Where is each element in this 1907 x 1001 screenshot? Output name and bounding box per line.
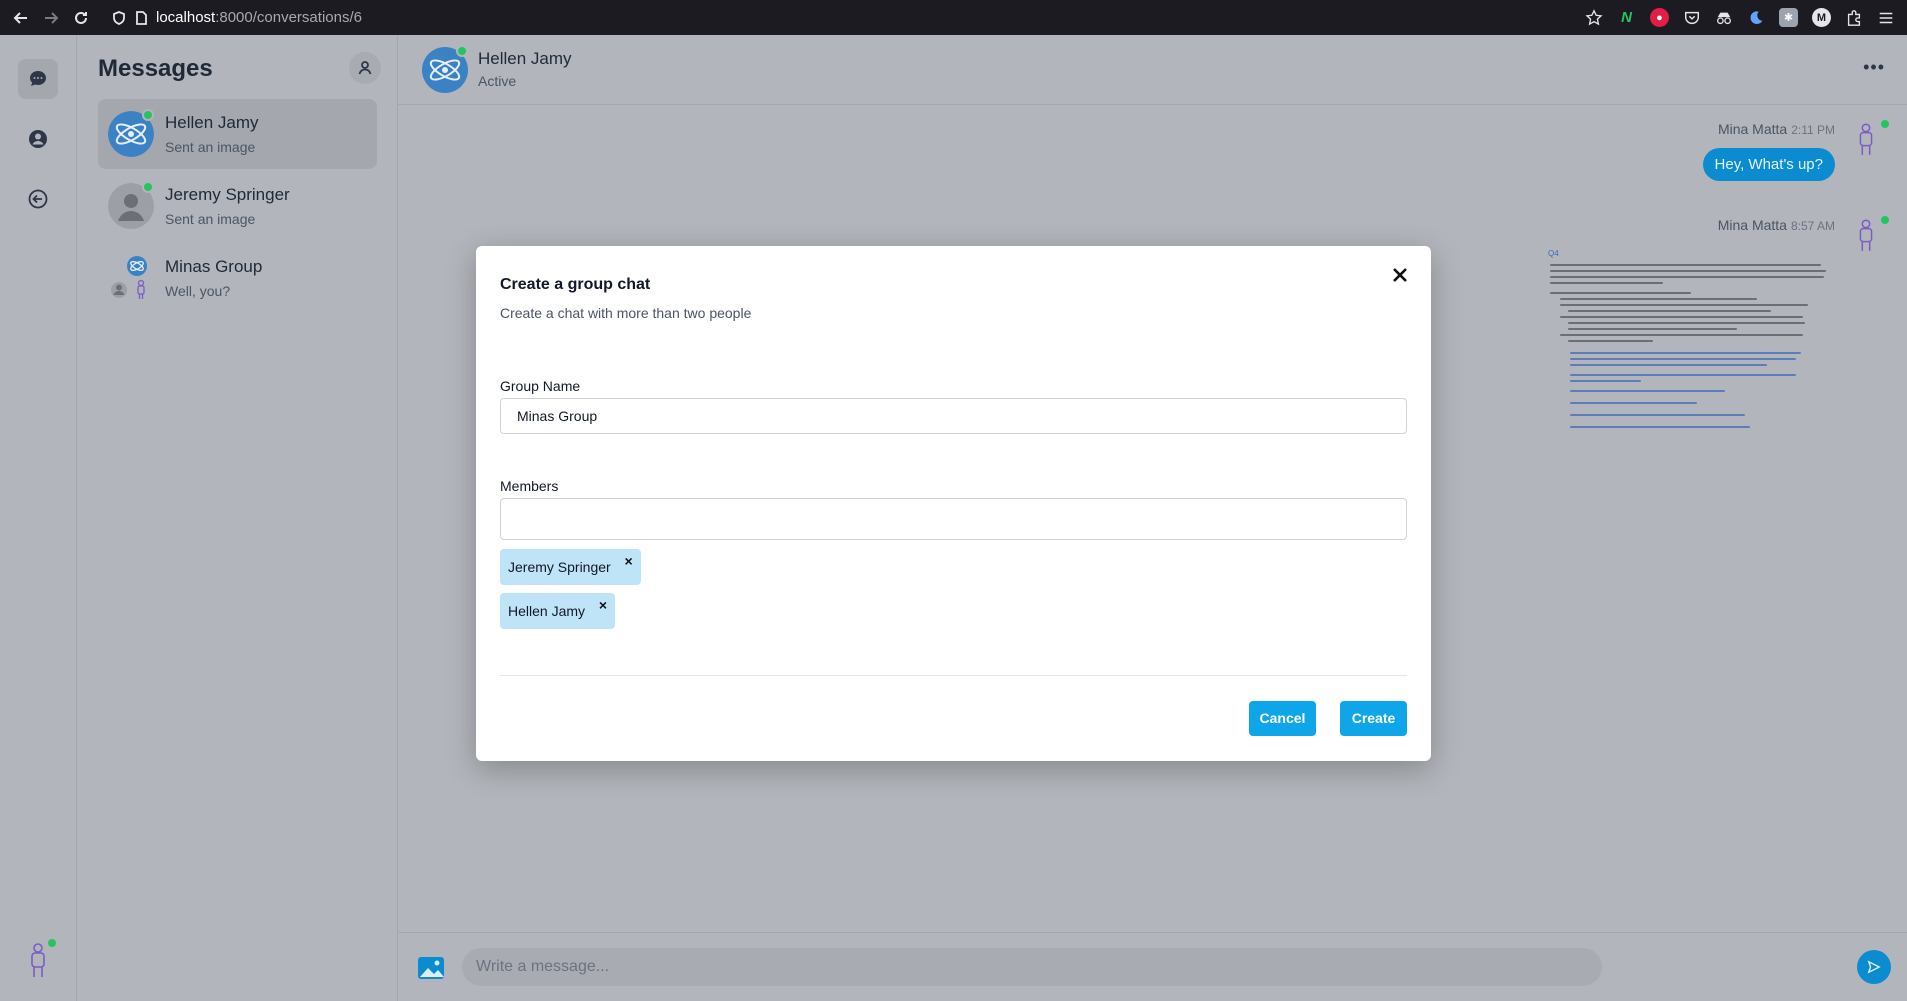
hamburger-menu-icon[interactable]: [1877, 9, 1895, 27]
group-name-label: Group Name: [500, 378, 581, 394]
back-button[interactable]: [12, 9, 30, 27]
member-chip: Jeremy Springer ×: [500, 549, 641, 585]
url-path: :8000/conversations/6: [215, 9, 362, 26]
extension-gray-icon[interactable]: ✱: [1779, 8, 1798, 27]
close-modal-button[interactable]: [1387, 262, 1413, 288]
back-arrow-icon: [13, 11, 27, 24]
extension-m-icon[interactable]: M: [1812, 8, 1831, 27]
bookmark-star-icon[interactable]: [1585, 8, 1603, 27]
modal-description: Create a chat with more than two people: [500, 305, 752, 321]
forward-arrow-icon: [45, 11, 59, 24]
extension-toolbar: N ● ✱ M: [1585, 8, 1895, 27]
reload-icon: [75, 11, 87, 24]
url-host: localhost: [156, 9, 216, 26]
incognito-icon[interactable]: [1715, 9, 1733, 27]
member-chip-label: Hellen Jamy: [508, 603, 586, 619]
group-name-input[interactable]: Minas Group: [500, 398, 1407, 434]
forward-button[interactable]: [42, 9, 60, 27]
modal-title: Create a group chat: [500, 276, 651, 293]
pocket-icon[interactable]: [1683, 9, 1701, 27]
remove-member-button[interactable]: ×: [599, 587, 607, 623]
member-chip-label: Jeremy Springer: [508, 559, 611, 575]
members-input[interactable]: [500, 498, 1407, 540]
member-chip: Hellen Jamy ×: [500, 593, 616, 629]
remove-member-button[interactable]: ×: [625, 543, 633, 579]
browser-toolbar: localhost:8000/conversations/6 N ● ✱ M: [0, 0, 1907, 35]
moon-icon[interactable]: [1747, 9, 1765, 27]
extensions-puzzle-icon[interactable]: [1845, 9, 1863, 27]
extension-n-icon[interactable]: N: [1617, 8, 1636, 27]
page-icon: [136, 10, 147, 25]
create-button[interactable]: Create: [1340, 701, 1407, 736]
extension-red-icon[interactable]: ●: [1650, 8, 1669, 27]
reload-button[interactable]: [72, 9, 90, 27]
members-label: Members: [500, 478, 559, 494]
close-icon: [1393, 268, 1407, 282]
address-bar[interactable]: localhost:8000/conversations/6: [112, 9, 362, 26]
shield-icon: [113, 10, 125, 25]
cancel-button[interactable]: Cancel: [1249, 701, 1316, 736]
modal-divider: [500, 675, 1407, 676]
create-group-modal: Create a group chat Create a chat with m…: [476, 246, 1431, 761]
